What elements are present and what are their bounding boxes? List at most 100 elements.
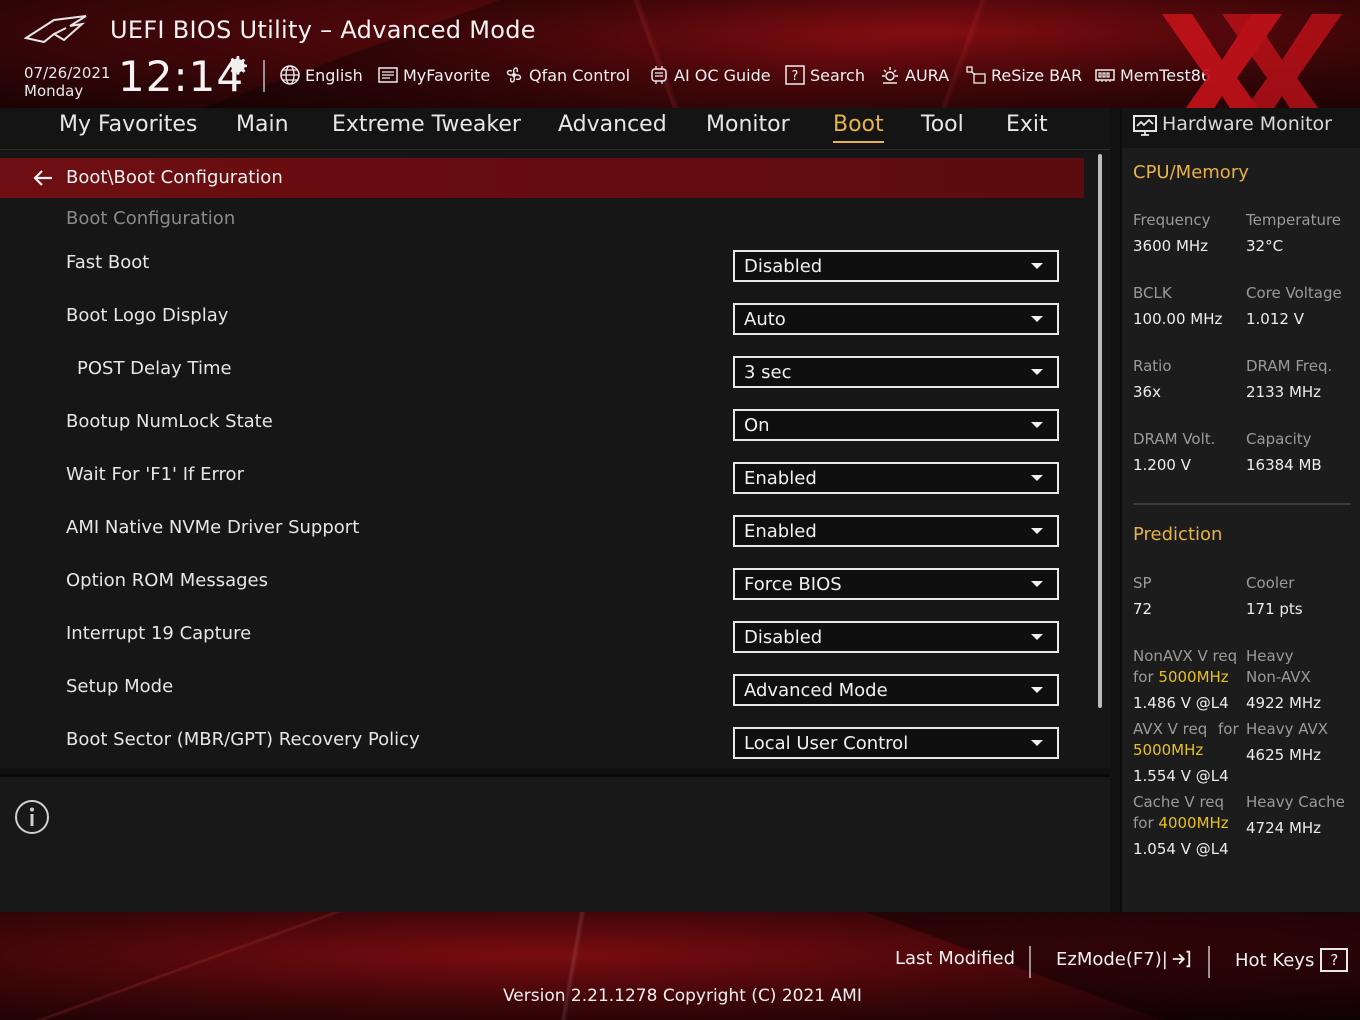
setting-label: Interrupt 19 Capture: [66, 623, 252, 644]
app-title: UEFI BIOS Utility – Advanced Mode: [110, 16, 536, 44]
frequency-value: 3600 MHz: [1133, 237, 1209, 255]
tab-monitor[interactable]: Monitor: [706, 112, 790, 137]
tab-advanced[interactable]: Advanced: [558, 112, 667, 137]
version-text: Version 2.21.1278 Copyright (C) 2021 AMI: [503, 986, 862, 1006]
setting-row-option-rom-messages: Option ROM Messages Force BIOS: [0, 568, 1084, 623]
temperature-value: 32°C: [1246, 237, 1284, 255]
nonavx-vreq-value: 1.486 V @L4: [1133, 694, 1229, 712]
heavy-avx-label: Heavy AVX: [1246, 720, 1329, 738]
frequency-label: Frequency: [1133, 211, 1211, 229]
day-display: Monday: [24, 82, 84, 100]
tool-resize-bar[interactable]: ReSize BAR: [965, 62, 1082, 88]
section-divider: [1133, 503, 1351, 505]
back-arrow-icon[interactable]: [32, 168, 54, 188]
chevron-down-icon: [1031, 740, 1043, 746]
capacity-value: 16384 MB: [1246, 456, 1322, 474]
dram-freq-value: 2133 MHz: [1246, 383, 1322, 401]
setting-row-bootup-numlock-state: Bootup NumLock State On: [0, 409, 1084, 464]
setup-mode-select[interactable]: Advanced Mode: [733, 674, 1059, 706]
cooler-label: Cooler: [1246, 574, 1295, 592]
setting-row-interrupt-19-capture: Interrupt 19 Capture Disabled: [0, 621, 1084, 676]
select-value: Auto: [744, 308, 786, 330]
tool-label: AI OC Guide: [674, 65, 771, 85]
select-value: Force BIOS: [744, 573, 842, 595]
select-value: 3 sec: [744, 361, 792, 383]
fast-boot-select[interactable]: Disabled: [733, 250, 1059, 282]
setting-row-boot-logo-display: Boot Logo Display Auto: [0, 303, 1084, 358]
tool-aura[interactable]: AURA: [879, 62, 949, 88]
target-freq: 4000MHz: [1158, 814, 1229, 832]
exit-to-ezmode-icon: [1172, 950, 1190, 968]
cooler-value: 171 pts: [1246, 600, 1303, 618]
tool-qfan-control[interactable]: Qfan Control: [503, 62, 630, 88]
tool-search[interactable]: ? Search: [784, 62, 865, 88]
temperature-label: Temperature: [1246, 211, 1342, 229]
core-voltage-label: Core Voltage: [1246, 284, 1342, 302]
gear-icon[interactable]: [226, 54, 250, 78]
select-value: Enabled: [744, 520, 817, 542]
settings-panel: Boot\Boot Configuration Boot Configurati…: [0, 150, 1110, 768]
boot-logo-display-select[interactable]: Auto: [733, 303, 1059, 335]
dram-volt-label: DRAM Volt.: [1133, 430, 1216, 448]
tool-label: MyFavorite: [403, 65, 491, 85]
boot-sector-recovery-select[interactable]: Local User Control: [733, 727, 1059, 759]
setting-row-setup-mode: Setup Mode Advanced Mode: [0, 674, 1084, 729]
tool-myfavorite[interactable]: MyFavorite: [377, 62, 490, 88]
tool-label: Search: [810, 65, 865, 85]
tab-boot[interactable]: Boot: [833, 112, 884, 143]
scrollbar[interactable]: [1098, 154, 1102, 708]
chevron-down-icon: [1031, 316, 1043, 322]
select-value: Advanced Mode: [744, 679, 888, 701]
tab-tool[interactable]: Tool: [921, 112, 964, 137]
date-display: 07/26/2021: [24, 64, 111, 82]
last-modified-label: Last Modified: [895, 948, 1016, 969]
favorite-list-icon: [378, 67, 398, 83]
tab-extreme-tweaker[interactable]: Extreme Tweaker: [332, 112, 521, 137]
setting-label: Option ROM Messages: [66, 570, 268, 591]
option-rom-messages-select[interactable]: Force BIOS: [733, 568, 1059, 600]
header-bar: UEFI BIOS Utility – Advanced Mode 07/26/…: [0, 0, 1360, 108]
cache-vreq-value: 1.054 V @L4: [1133, 840, 1229, 858]
avx-target-freq: 5000MHz: [1133, 741, 1204, 759]
bootup-numlock-state-select[interactable]: On: [733, 409, 1059, 441]
select-value: Enabled: [744, 467, 817, 489]
setting-label: Setup Mode: [66, 676, 174, 697]
ratio-value: 36x: [1133, 383, 1161, 401]
breadcrumb: Boot\Boot Configuration: [0, 158, 1084, 198]
setting-label: AMI Native NVMe Driver Support: [66, 517, 360, 538]
watermark-logo-icon: [1162, 14, 1342, 108]
ai-chip-icon: [651, 66, 667, 84]
sp-label: SP: [1133, 574, 1152, 592]
ezmode-button[interactable]: EzMode(F7)|: [1056, 948, 1192, 970]
chevron-down-icon: [1031, 263, 1043, 269]
nonavx-vreq-for-label: for 5000MHz: [1133, 668, 1229, 686]
tool-label: English: [305, 65, 363, 85]
target-freq: 5000MHz: [1158, 668, 1229, 686]
resize-bar-icon: [966, 66, 986, 84]
tool-english[interactable]: English: [279, 62, 363, 88]
info-icon: [15, 800, 49, 834]
interrupt-19-capture-select[interactable]: Disabled: [733, 621, 1059, 653]
hot-keys-label: Hot Keys: [1235, 949, 1315, 971]
setting-row-ami-nvme-driver: AMI Native NVMe Driver Support Enabled: [0, 515, 1084, 570]
breadcrumb-text: Boot\Boot Configuration: [66, 167, 283, 188]
hot-keys-button[interactable]: Hot Keys ?: [1235, 948, 1349, 972]
tab-my-favorites[interactable]: My Favorites: [59, 112, 197, 137]
post-delay-time-select[interactable]: 3 sec: [733, 356, 1059, 388]
last-modified-button[interactable]: Last Modified: [895, 948, 1015, 969]
core-voltage-value: 1.012 V: [1246, 310, 1304, 328]
tab-main[interactable]: Main: [236, 112, 289, 137]
wait-for-f1-select[interactable]: Enabled: [733, 462, 1059, 494]
setting-label: POST Delay Time: [77, 358, 232, 379]
help-key-icon: ?: [1320, 948, 1349, 972]
chevron-down-icon: [1031, 581, 1043, 587]
avx-vreq-label: AVX V req: [1133, 720, 1208, 738]
chevron-down-icon: [1031, 369, 1043, 375]
heavy-nonavx-value: 4922 MHz: [1246, 694, 1322, 712]
avx-for-label: for: [1218, 720, 1239, 738]
ami-nvme-driver-select[interactable]: Enabled: [733, 515, 1059, 547]
tool-ai-oc-guide[interactable]: AI OC Guide: [648, 62, 771, 88]
globe-icon: [280, 65, 300, 85]
tab-exit[interactable]: Exit: [1006, 112, 1048, 137]
select-value: On: [744, 414, 770, 436]
